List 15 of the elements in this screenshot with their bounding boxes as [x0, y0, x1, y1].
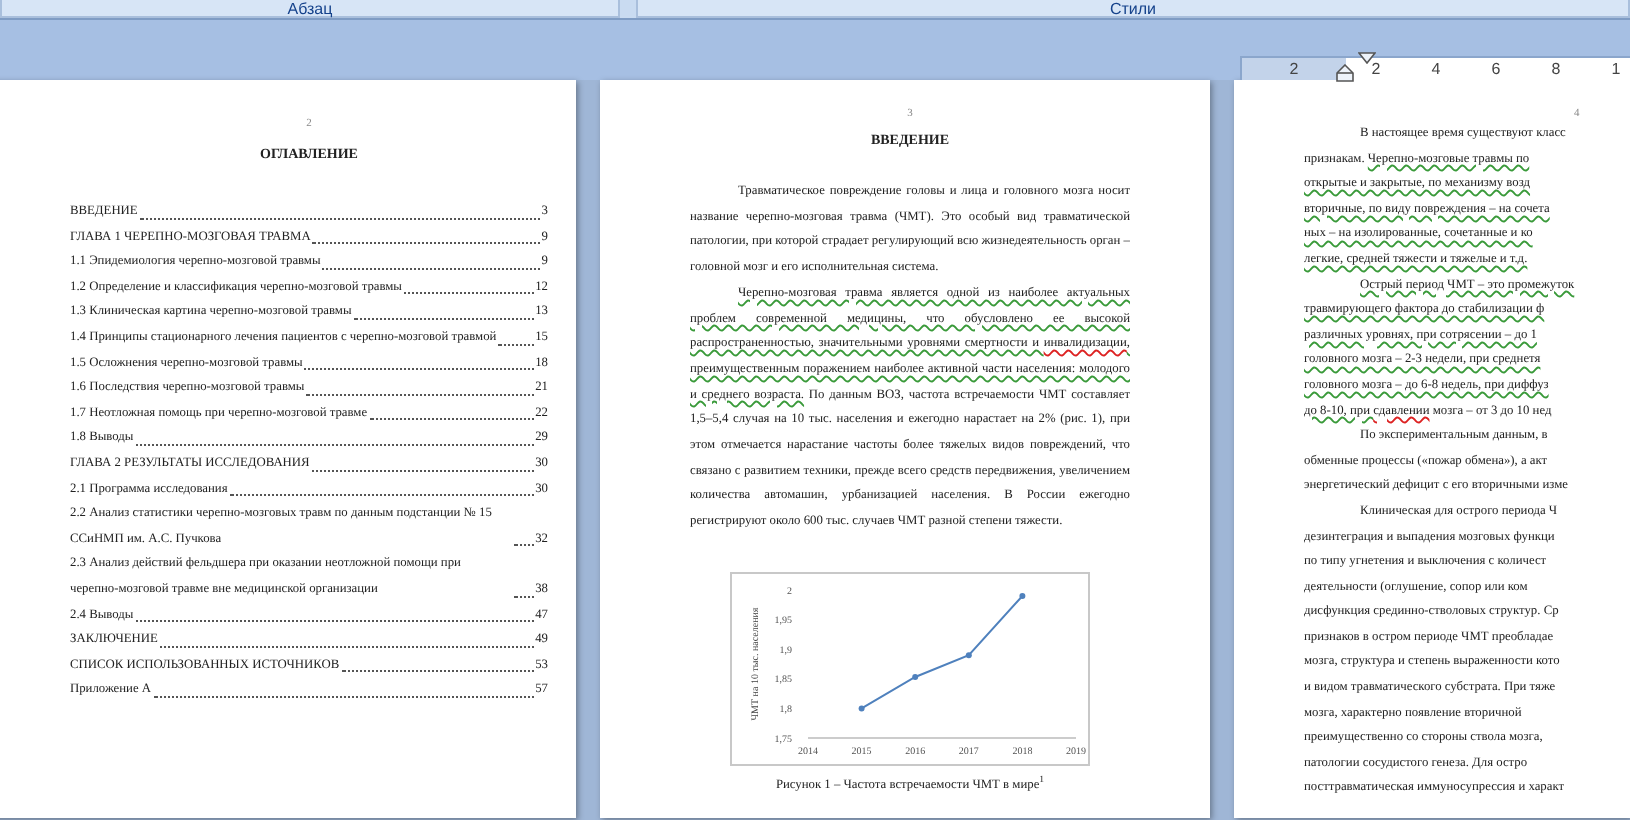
ruler-number: 8: [1549, 58, 1563, 80]
ruler-number: 2: [1369, 58, 1383, 80]
ruler[interactable]: 2 2 4 6 8 1: [1240, 56, 1630, 80]
ribbon-group-label: Абзац: [0, 0, 620, 18]
data-point: [1019, 592, 1026, 599]
ruler-number: 2: [1242, 58, 1346, 80]
ruler-number: 6: [1489, 58, 1503, 80]
ruler-number: 4: [1429, 58, 1443, 80]
hanging-indent-icon[interactable]: [1336, 64, 1354, 82]
ruler-number: 1: [1609, 58, 1623, 80]
data-point: [858, 705, 865, 712]
ribbon-group-label: Стили: [636, 0, 1630, 18]
data-point: [912, 673, 919, 680]
data-point: [965, 651, 972, 658]
first-line-indent-icon[interactable]: [1358, 52, 1376, 64]
